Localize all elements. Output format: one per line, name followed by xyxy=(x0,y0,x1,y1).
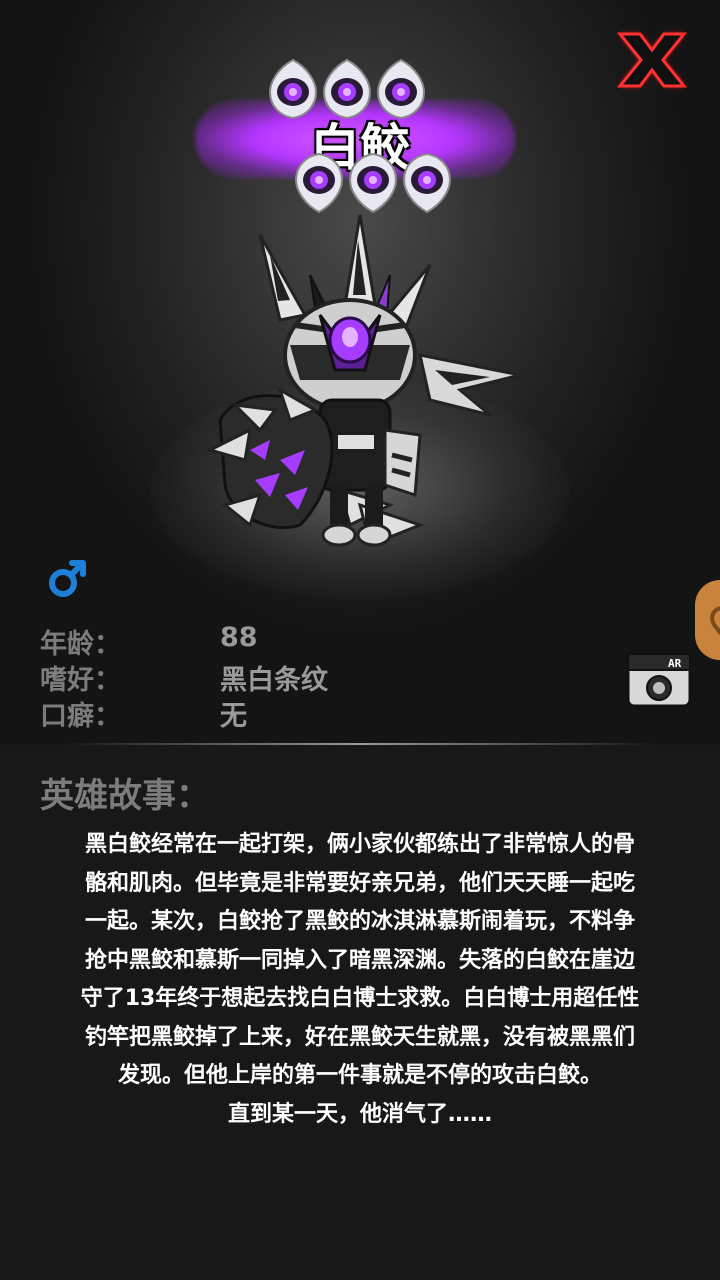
info-value-catchphrase: 无 xyxy=(220,701,247,732)
close-x-icon[interactable] xyxy=(606,24,698,96)
story-line: 黑白鲛经常在一起打架，俩小家伙都练出了非常惊人的骨 xyxy=(84,832,635,857)
info-label-age: 年龄： xyxy=(40,629,121,660)
ar-label: AR xyxy=(668,657,682,670)
male-symbol-icon xyxy=(49,560,86,597)
story-line: 钓竿把黑鲛掉了上来，好在黑鲛天生就黑，没有被黑黑们 xyxy=(84,1024,635,1050)
story-title: 英雄故事： xyxy=(40,776,210,816)
ar-camera-icon: AR xyxy=(626,653,692,708)
story-line: 发现。但他上岸的第一件事就是不停的攻击白鲛。 xyxy=(117,1063,602,1088)
info-value-hobby: 黑白条纹 xyxy=(220,665,328,696)
hero-showcase: 白鲛 年龄： 88 嗜好： 黑白条纹 口癖： 无 AR xyxy=(0,0,720,745)
story-line: 直到某一天，他消气了…… xyxy=(227,1101,492,1127)
story-line: 抢中黑鲛和慕斯一同掉入了暗黑深渊。失落的白鲛在崖边 xyxy=(84,947,635,973)
hero-character-image xyxy=(205,214,521,548)
side-tab-glyph xyxy=(710,606,720,636)
section-divider xyxy=(60,743,660,745)
story-text: 黑白鲛经常在一起打架，俩小家伙都练出了非常惊人的骨 骼和肌肉。但毕竟是非常要好亲… xyxy=(40,826,680,1134)
story-line: 骼和肌肉。但毕竟是非常要好亲兄弟，他们天天睡一起吃 xyxy=(84,870,635,896)
info-label-hobby: 嗜好： xyxy=(40,665,121,696)
ar-camera-button[interactable]: AR xyxy=(624,650,694,710)
story-line: 守了13年终于想起去找白白博士求救。白白博士用超任性 xyxy=(80,986,640,1011)
info-value-age: 88 xyxy=(220,622,258,653)
side-tab-icon[interactable] xyxy=(695,580,720,660)
story-line: 一起。某次，白鲛抢了黑鲛的冰淇淋慕斯闹着玩，不料争 xyxy=(84,909,635,934)
info-label-catchphrase: 口癖： xyxy=(40,701,121,732)
